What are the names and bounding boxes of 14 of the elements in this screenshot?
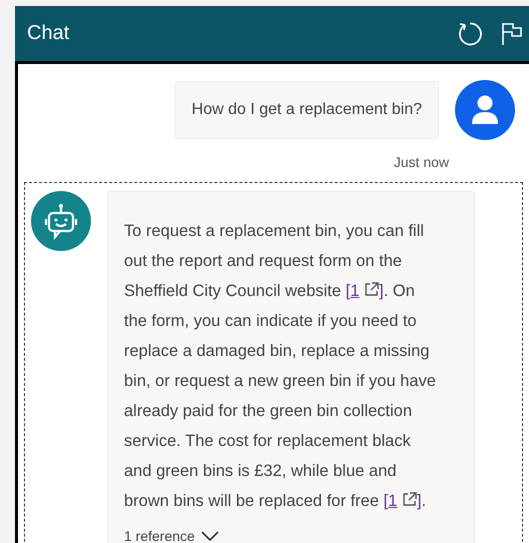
- external-link-icon[interactable]: [364, 282, 380, 297]
- references-toggle[interactable]: 1 reference: [124, 528, 195, 543]
- bot-avatar-icon: [31, 191, 91, 251]
- citation-link[interactable]: [1 ]: [346, 282, 384, 300]
- bot-message-text: To request a replacement bin, you can fill out the report and request form on the Sheffield City Council website [1 ]. On the form, you can indicate if you need to replace a damaged bin, replace a missing bin, or request a new green bin if you have already paid for the green bin collection service. The cost for replacement black and green bins is £32, while blue and brown bins will be replaced for free [1 ].: [124, 221, 436, 512]
- chat-title: Chat: [27, 22, 70, 45]
- timestamp: Just now: [392, 154, 450, 170]
- flag-icon[interactable]: [501, 22, 523, 46]
- chevron-down-icon[interactable]: [200, 531, 219, 541]
- user-message: How do I get a replacement bin?: [174, 81, 439, 139]
- citation-link[interactable]: [1 ]: [384, 492, 422, 510]
- refresh-icon[interactable]: [457, 20, 483, 46]
- external-link-icon[interactable]: [402, 492, 417, 507]
- user-avatar-icon: [455, 80, 515, 140]
